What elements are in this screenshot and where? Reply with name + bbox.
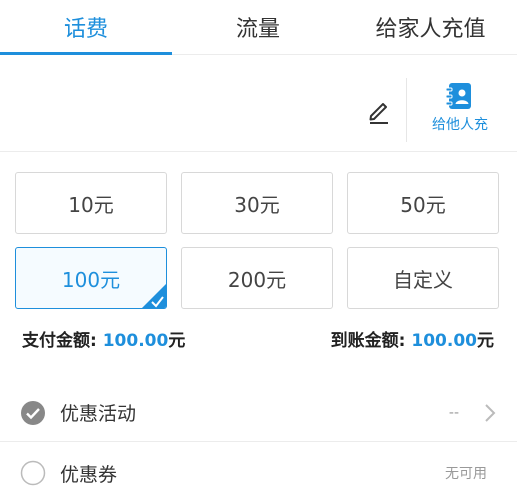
vertical-divider: [406, 78, 407, 142]
checked-circle-icon[interactable]: [20, 400, 46, 426]
amount-options: 10元 30元 50元 100元 200元 自定义: [15, 172, 499, 310]
received-amount-label: 到账金额:: [330, 331, 412, 351]
promotions-label: 优惠活动: [60, 403, 137, 425]
phone-number-input[interactable]: [20, 76, 340, 132]
amount-option-200[interactable]: 200元: [181, 247, 333, 309]
edit-icon[interactable]: [362, 94, 394, 126]
top-tabs: 话费 流量 给家人充值: [0, 0, 517, 55]
unchecked-circle-icon[interactable]: [20, 460, 46, 486]
received-amount-unit: 元: [477, 331, 494, 351]
phone-number-row: 给他人充: [0, 56, 517, 152]
pay-amount-value: 100.00: [102, 331, 169, 351]
coupon-value: 无可用: [445, 466, 487, 482]
tab-data-plan[interactable]: 流量: [172, 0, 344, 54]
received-amount-value: 100.00: [411, 331, 477, 351]
received-amount: 到账金额: 100.00元: [331, 326, 494, 351]
promotions-value: --: [448, 404, 459, 421]
recharge-for-others-label: 给他人充: [432, 117, 488, 133]
tab-family-recharge[interactable]: 给家人充值: [344, 0, 517, 54]
amount-option-100[interactable]: 100元: [15, 247, 167, 309]
promotions-row[interactable]: 优惠活动 --: [0, 384, 517, 442]
amount-option-100-label: 100元: [61, 267, 121, 292]
amount-option-10[interactable]: 10元: [15, 172, 167, 234]
payment-summary: 支付金额: 100.00元 到账金额: 100.00元: [22, 326, 494, 354]
coupon-label: 优惠券: [60, 463, 118, 486]
amount-option-50[interactable]: 50元: [347, 172, 499, 234]
pay-amount-unit: 元: [168, 331, 186, 351]
pay-amount: 支付金额: 100.00元: [22, 326, 185, 351]
selected-check-icon: [142, 284, 166, 308]
tab-phone-bill[interactable]: 话费: [0, 0, 172, 55]
chevron-right-icon: [485, 403, 496, 422]
coupon-row[interactable]: 优惠券 无可用: [0, 444, 517, 500]
contacts-book-icon: [446, 83, 471, 109]
amount-option-30[interactable]: 30元: [181, 172, 333, 234]
amount-option-custom[interactable]: 自定义: [347, 247, 499, 309]
pay-amount-label: 支付金额:: [22, 331, 103, 351]
recharge-for-others-button[interactable]: 给他人充: [420, 82, 500, 138]
